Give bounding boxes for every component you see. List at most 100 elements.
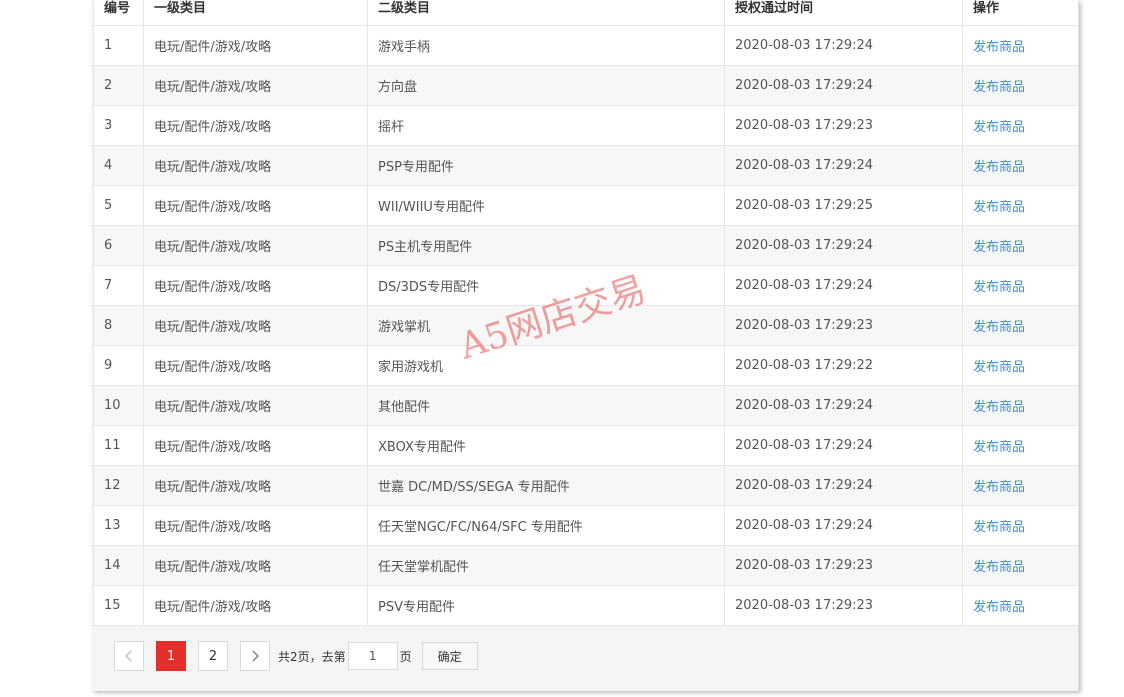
publish-product-link[interactable]: 发布商品 xyxy=(973,160,1025,175)
table-header-row: 编号 一级类目 二级类目 授权通过时间 操作 xyxy=(93,0,1079,26)
cell-action: 发布商品 xyxy=(962,65,1079,106)
cell-category-level1: 电玩/配件/游戏/攻略 xyxy=(143,105,368,146)
cell-category-level1: 电玩/配件/游戏/攻略 xyxy=(143,425,368,466)
cell-category-level1: 电玩/配件/游戏/攻略 xyxy=(143,185,368,226)
publish-product-link[interactable]: 发布商品 xyxy=(973,600,1025,615)
cell-id: 8 xyxy=(93,305,144,346)
cell-category-level2: PSP专用配件 xyxy=(367,145,725,186)
publish-product-link[interactable]: 发布商品 xyxy=(973,120,1025,135)
cell-id: 13 xyxy=(93,505,144,546)
cell-action: 发布商品 xyxy=(962,345,1079,386)
cell-action: 发布商品 xyxy=(962,225,1079,266)
cell-category-level2: 游戏掌机 xyxy=(367,305,725,346)
cell-authorized-time: 2020-08-03 17:29:23 xyxy=(724,305,963,346)
cell-category-level1: 电玩/配件/游戏/攻略 xyxy=(143,225,368,266)
table-row: 11 电玩/配件/游戏/攻略 XBOX专用配件 2020-08-03 17:29:24… xyxy=(93,425,1079,466)
cell-category-level1: 电玩/配件/游戏/攻略 xyxy=(143,345,368,386)
cell-id: 4 xyxy=(93,145,144,186)
publish-product-link[interactable]: 发布商品 xyxy=(973,320,1025,335)
cell-category-level1: 电玩/配件/游戏/攻略 xyxy=(143,265,368,306)
cell-authorized-time: 2020-08-03 17:29:24 xyxy=(724,145,963,186)
table-row: 15 电玩/配件/游戏/攻略 PSV专用配件 2020-08-03 17:29:23 发… xyxy=(93,585,1079,626)
cell-action: 发布商品 xyxy=(962,545,1079,586)
cell-category-level1: 电玩/配件/游戏/攻略 xyxy=(143,25,368,66)
publish-product-link[interactable]: 发布商品 xyxy=(973,40,1025,55)
cell-id: 5 xyxy=(93,185,144,226)
cell-category-level2: PSV专用配件 xyxy=(367,585,725,626)
table-row: 3 电玩/配件/游戏/攻略 摇杆 2020-08-03 17:29:23 发布商品 xyxy=(93,105,1079,146)
publish-product-link[interactable]: 发布商品 xyxy=(973,280,1025,295)
table-row: 12 电玩/配件/游戏/攻略 世嘉 DC/MD/SS/SEGA 专用配件 2020-0… xyxy=(93,465,1079,506)
cell-category-level1: 电玩/配件/游戏/攻略 xyxy=(143,385,368,426)
cell-action: 发布商品 xyxy=(962,105,1079,146)
cell-id: 14 xyxy=(93,545,144,586)
page-total-text: 共2页，去第 xyxy=(278,649,346,664)
page-button-2[interactable]: 2 xyxy=(198,641,228,671)
cell-category-level2: 摇杆 xyxy=(367,105,725,146)
page-button-1[interactable]: 1 xyxy=(156,641,186,671)
prev-page-button[interactable] xyxy=(114,641,144,671)
cell-authorized-time: 2020-08-03 17:29:23 xyxy=(724,585,963,626)
cell-category-level1: 电玩/配件/游戏/攻略 xyxy=(143,545,368,586)
cell-authorized-time: 2020-08-03 17:29:24 xyxy=(724,465,963,506)
cell-category-level2: 游戏手柄 xyxy=(367,25,725,66)
cell-action: 发布商品 xyxy=(962,145,1079,186)
cell-id: 9 xyxy=(93,345,144,386)
table-row: 10 电玩/配件/游戏/攻略 其他配件 2020-08-03 17:29:24 发布商品 xyxy=(93,385,1079,426)
cell-id: 11 xyxy=(93,425,144,466)
publish-product-link[interactable]: 发布商品 xyxy=(973,520,1025,535)
cell-category-level2: PS主机专用配件 xyxy=(367,225,725,266)
table-body: 1 电玩/配件/游戏/攻略 游戏手柄 2020-08-03 17:29:24 发布商品 2… xyxy=(93,25,1079,626)
cell-action: 发布商品 xyxy=(962,425,1079,466)
cell-authorized-time: 2020-08-03 17:29:24 xyxy=(724,505,963,546)
publish-product-link[interactable]: 发布商品 xyxy=(973,400,1025,415)
cell-category-level2: 其他配件 xyxy=(367,385,725,426)
cell-action: 发布商品 xyxy=(962,185,1079,226)
cell-category-level2: 任天堂掌机配件 xyxy=(367,545,725,586)
cell-category-level1: 电玩/配件/游戏/攻略 xyxy=(143,305,368,346)
table-row: 5 电玩/配件/游戏/攻略 WII/WIIU专用配件 2020-08-03 17:29… xyxy=(93,185,1079,226)
cell-category-level2: XBOX专用配件 xyxy=(367,425,725,466)
cell-id: 15 xyxy=(93,585,144,626)
cell-category-level1: 电玩/配件/游戏/攻略 xyxy=(143,505,368,546)
publish-product-link[interactable]: 发布商品 xyxy=(973,240,1025,255)
chevron-right-icon xyxy=(252,650,259,662)
publish-product-link[interactable]: 发布商品 xyxy=(973,80,1025,95)
pagination: 1 2 共2页，去第 页 确定 xyxy=(114,640,478,672)
cell-id: 7 xyxy=(93,265,144,306)
header-id: 编号 xyxy=(93,0,144,26)
cell-authorized-time: 2020-08-03 17:29:22 xyxy=(724,345,963,386)
publish-product-link[interactable]: 发布商品 xyxy=(973,480,1025,495)
cell-id: 10 xyxy=(93,385,144,426)
table-row: 8 电玩/配件/游戏/攻略 游戏掌机 2020-08-03 17:29:23 发布商品 xyxy=(93,305,1079,346)
header-category-level1: 一级类目 xyxy=(143,0,368,26)
cell-authorized-time: 2020-08-03 17:29:23 xyxy=(724,545,963,586)
cell-action: 发布商品 xyxy=(962,25,1079,66)
goto-page-input[interactable] xyxy=(347,642,398,670)
header-category-level2: 二级类目 xyxy=(367,0,725,26)
cell-action: 发布商品 xyxy=(962,505,1079,546)
next-page-button[interactable] xyxy=(240,641,270,671)
cell-action: 发布商品 xyxy=(962,585,1079,626)
cell-category-level2: 世嘉 DC/MD/SS/SEGA 专用配件 xyxy=(367,465,725,506)
cell-authorized-time: 2020-08-03 17:29:24 xyxy=(724,425,963,466)
cell-authorized-time: 2020-08-03 17:29:24 xyxy=(724,65,963,106)
publish-product-link[interactable]: 发布商品 xyxy=(973,200,1025,215)
cell-category-level1: 电玩/配件/游戏/攻略 xyxy=(143,145,368,186)
cell-id: 2 xyxy=(93,65,144,106)
cell-category-level2: 方向盘 xyxy=(367,65,725,106)
cell-authorized-time: 2020-08-03 17:29:24 xyxy=(724,25,963,66)
table-row: 2 电玩/配件/游戏/攻略 方向盘 2020-08-03 17:29:24 发布商品 xyxy=(93,65,1079,106)
header-action: 操作 xyxy=(962,0,1079,26)
page-suffix-text: 页 xyxy=(399,649,412,664)
publish-product-link[interactable]: 发布商品 xyxy=(973,360,1025,375)
header-authorized-time: 授权通过时间 xyxy=(724,0,963,26)
publish-product-link[interactable]: 发布商品 xyxy=(973,440,1025,455)
publish-product-link[interactable]: 发布商品 xyxy=(973,560,1025,575)
cell-authorized-time: 2020-08-03 17:29:24 xyxy=(724,225,963,266)
table-row: 13 电玩/配件/游戏/攻略 任天堂NGC/FC/N64/SFC 专用配件 2020-… xyxy=(93,505,1079,546)
table-row: 9 电玩/配件/游戏/攻略 家用游戏机 2020-08-03 17:29:22 发布商品 xyxy=(93,345,1079,386)
cell-id: 3 xyxy=(93,105,144,146)
goto-page-confirm-button[interactable]: 确定 xyxy=(421,642,478,670)
table-row: 6 电玩/配件/游戏/攻略 PS主机专用配件 2020-08-03 17:29:24 发… xyxy=(93,225,1079,266)
